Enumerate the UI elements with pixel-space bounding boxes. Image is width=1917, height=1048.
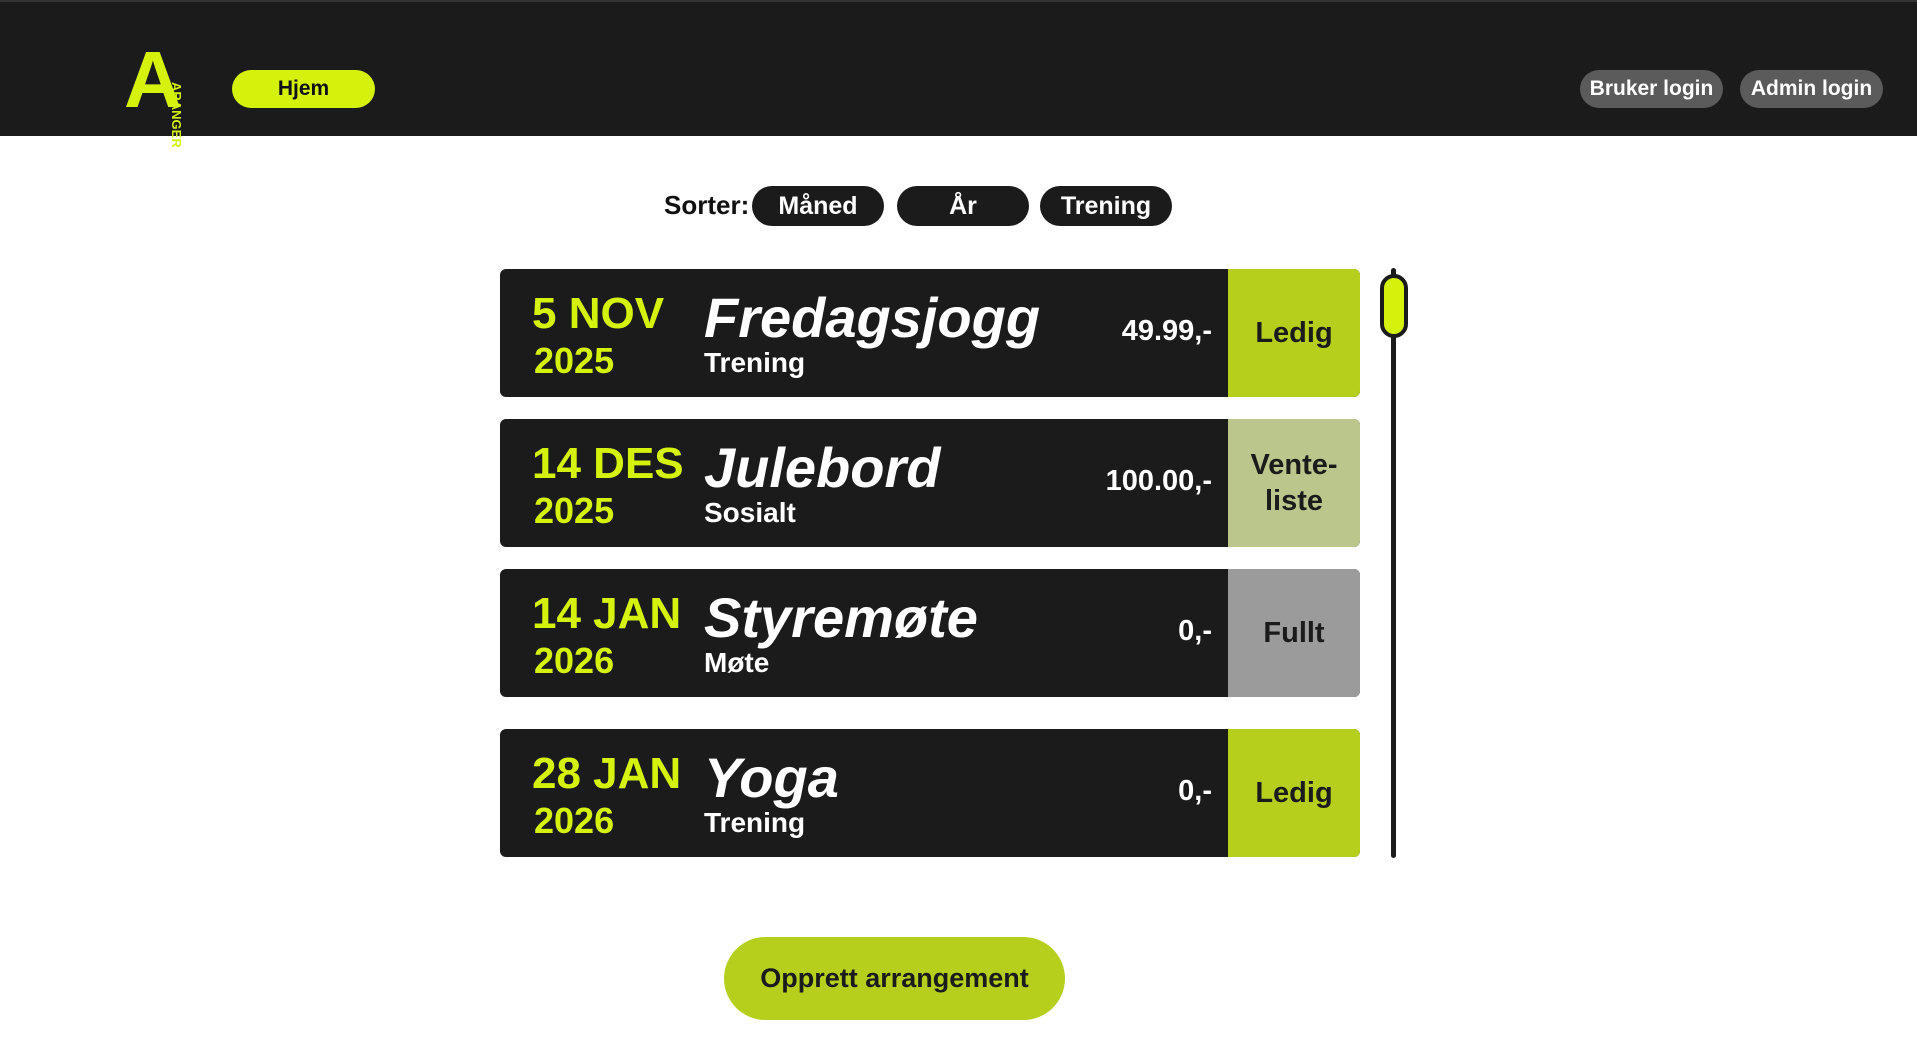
event-title: Styremøte <box>704 586 978 649</box>
event-status: Fullt <box>1228 569 1360 697</box>
sort-month-button[interactable]: Måned <box>752 186 884 226</box>
event-day-month: 28 JAN <box>532 749 682 798</box>
event-year: 2025 <box>534 340 615 381</box>
event-date: 28 JAN 2026 <box>532 749 681 843</box>
event-year: 2026 <box>534 640 615 681</box>
event-price: 100.00,- <box>1105 465 1212 497</box>
sort-training-button[interactable]: Trening <box>1040 186 1172 226</box>
event-title: Fredagsjogg <box>704 286 1041 349</box>
event-card[interactable]: 14 DES 2025 Julebord Sosialt 100.00,- Ve… <box>500 419 1360 547</box>
event-title: Yoga <box>704 746 839 809</box>
event-category: Møte <box>704 647 770 678</box>
event-card[interactable]: 5 NOV 2025 Fredagsjogg Trening 49.99,- L… <box>500 269 1360 397</box>
event-date: 14 DES 2025 <box>532 439 684 533</box>
event-category: Trening <box>704 347 806 378</box>
event-date: 5 NOV 2025 <box>532 289 664 383</box>
sort-label: Sorter: <box>664 190 750 220</box>
event-title: Julebord <box>704 436 941 499</box>
event-price: 0,- <box>1178 775 1212 807</box>
event-year: 2026 <box>534 800 615 841</box>
event-year: 2025 <box>534 490 615 531</box>
scrollbar-thumb[interactable] <box>1380 274 1408 338</box>
event-status: Ledig <box>1228 269 1360 397</box>
home-button[interactable]: Hjem <box>232 70 375 108</box>
event-day-month: 5 NOV <box>532 289 665 338</box>
event-date: 14 JAN 2026 <box>532 589 681 683</box>
event-status: Ledig <box>1228 729 1360 857</box>
event-price: 0,- <box>1178 615 1212 647</box>
user-login-button[interactable]: Bruker login <box>1580 70 1723 108</box>
sort-year-button[interactable]: År <box>897 186 1029 226</box>
event-card[interactable]: 14 JAN 2026 Styremøte Møte 0,- Fullt <box>500 569 1360 697</box>
top-navigation-bar: A ARANGER Hjem Bruker login Admin login <box>0 0 1917 148</box>
admin-login-button[interactable]: Admin login <box>1740 70 1883 108</box>
event-category: Trening <box>704 807 806 838</box>
event-day-month: 14 DES <box>532 439 684 488</box>
scrollbar-track[interactable] <box>1391 268 1396 858</box>
event-day-month: 14 JAN <box>532 589 682 638</box>
event-category: Sosialt <box>704 497 796 528</box>
event-price: 49.99,- <box>1121 315 1212 347</box>
event-card[interactable]: 28 JAN 2026 Yoga Trening 0,- Ledig <box>500 729 1360 857</box>
event-status: Vente- liste <box>1228 419 1360 547</box>
logo-wordmark: ARANGER <box>169 82 184 148</box>
aranger-logo[interactable]: A ARANGER <box>124 40 196 148</box>
create-event-button[interactable]: Opprett arrangement <box>724 937 1065 1020</box>
